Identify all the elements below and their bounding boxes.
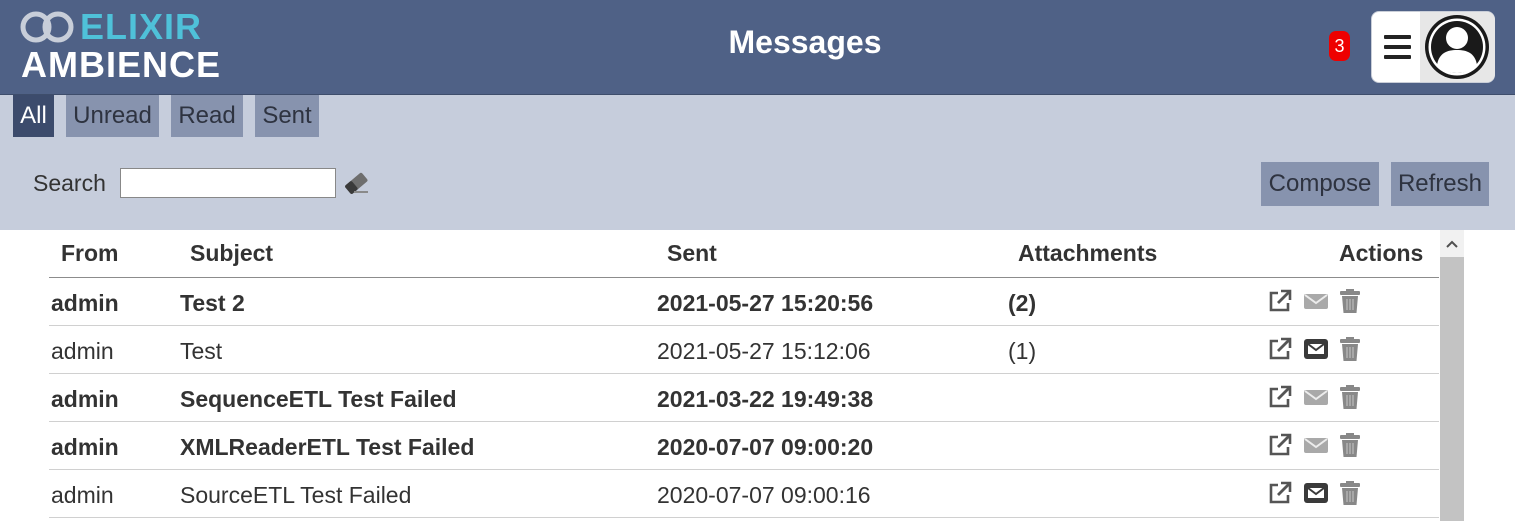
cell-sent: 2020-07-07 09:00:16 xyxy=(657,482,871,508)
filter-toolbar: All Unread Read Sent Search Compose Refr… xyxy=(0,95,1515,230)
row-actions xyxy=(1267,432,1377,460)
table-header: From Subject Sent Attachments Actions xyxy=(49,230,1439,278)
open-message-external-link-icon[interactable] xyxy=(1267,480,1293,506)
notification-badge[interactable]: 3 xyxy=(1329,31,1350,61)
cell-from: admin xyxy=(51,434,119,460)
row-actions xyxy=(1267,288,1377,316)
row-actions xyxy=(1267,480,1377,508)
cell-attachments: (1) xyxy=(1008,338,1037,364)
open-message-external-link-icon[interactable] xyxy=(1267,288,1293,314)
delete-trash-icon[interactable] xyxy=(1337,480,1363,506)
column-header-actions: Actions xyxy=(1339,240,1424,266)
cell-subject: SequenceETL Test Failed xyxy=(180,386,457,412)
mark-unread-envelope-filled-icon[interactable] xyxy=(1303,480,1329,506)
table-row[interactable]: admin SourceETL Test Failed 2020-07-07 09:… xyxy=(49,470,1439,518)
cell-subject: SourceETL Test Failed xyxy=(180,482,412,508)
vertical-scrollbar[interactable] xyxy=(1440,230,1464,521)
scroll-up-arrow-icon[interactable] xyxy=(1440,234,1464,254)
cell-subject: Test xyxy=(180,338,223,364)
tab-read[interactable]: Read xyxy=(171,95,243,137)
delete-trash-icon[interactable] xyxy=(1337,288,1363,314)
delete-trash-icon[interactable] xyxy=(1337,432,1363,458)
cell-from: admin xyxy=(51,482,114,508)
delete-trash-icon[interactable] xyxy=(1337,336,1363,362)
page-title: Messages xyxy=(728,24,882,60)
mark-unread-envelope-filled-icon[interactable] xyxy=(1303,336,1329,362)
open-message-external-link-icon[interactable] xyxy=(1267,336,1293,362)
mark-read-envelope-outline-icon[interactable] xyxy=(1303,432,1329,458)
tab-all[interactable]: All xyxy=(13,95,54,137)
hamburger-menu-icon[interactable] xyxy=(1384,35,1411,59)
table-row[interactable]: admin SequenceETL Test Failed 2021-03-22 1… xyxy=(49,374,1439,422)
search-input[interactable] xyxy=(120,168,336,198)
table-row[interactable]: admin Test 2021-05-27 15:12:06 (1) xyxy=(49,326,1439,374)
cell-from: admin xyxy=(51,338,114,364)
cell-sent: 2021-05-27 15:12:06 xyxy=(657,338,871,364)
cell-attachments: (2) xyxy=(1008,290,1037,316)
cell-from: admin xyxy=(51,290,119,316)
column-header-sent[interactable]: Sent xyxy=(667,240,717,267)
cell-from: admin xyxy=(51,386,119,412)
user-menu[interactable] xyxy=(1371,11,1495,83)
table-row[interactable]: admin XMLReaderETL Test Failed 2020-07-07 … xyxy=(49,422,1439,470)
app-header: ELIXIR AMBIENCE Messages 3 xyxy=(0,0,1515,95)
column-header-from[interactable]: From xyxy=(61,240,119,267)
tab-unread[interactable]: Unread xyxy=(66,95,159,137)
refresh-button[interactable]: Refresh xyxy=(1391,162,1489,206)
delete-trash-icon[interactable] xyxy=(1337,384,1363,410)
scrollbar-thumb[interactable] xyxy=(1440,257,1464,521)
row-actions xyxy=(1267,384,1377,412)
user-avatar-icon xyxy=(1425,15,1489,79)
column-header-attachments[interactable]: Attachments xyxy=(1018,240,1157,267)
mark-read-envelope-outline-icon[interactable] xyxy=(1303,384,1329,410)
column-header-subject[interactable]: Subject xyxy=(190,240,273,267)
search-label: Search xyxy=(33,170,106,196)
open-message-external-link-icon[interactable] xyxy=(1267,432,1293,458)
eraser-icon[interactable] xyxy=(342,171,370,195)
tab-sent[interactable]: Sent xyxy=(255,95,319,137)
avatar[interactable] xyxy=(1420,12,1495,82)
compose-button[interactable]: Compose xyxy=(1261,162,1379,206)
cell-sent: 2021-03-22 19:49:38 xyxy=(657,386,874,412)
row-actions xyxy=(1267,336,1377,364)
table-row[interactable]: admin Test 2 2021-05-27 15:20:56 (2) xyxy=(49,278,1439,326)
cell-sent: 2021-05-27 15:20:56 xyxy=(657,290,874,316)
mark-read-envelope-outline-icon[interactable] xyxy=(1303,288,1329,314)
cell-subject: XMLReaderETL Test Failed xyxy=(180,434,475,460)
cell-subject: Test 2 xyxy=(180,290,245,316)
messages-table: From Subject Sent Attachments Actions ad… xyxy=(0,230,1515,521)
open-message-external-link-icon[interactable] xyxy=(1267,384,1293,410)
cell-sent: 2020-07-07 09:00:20 xyxy=(657,434,874,460)
